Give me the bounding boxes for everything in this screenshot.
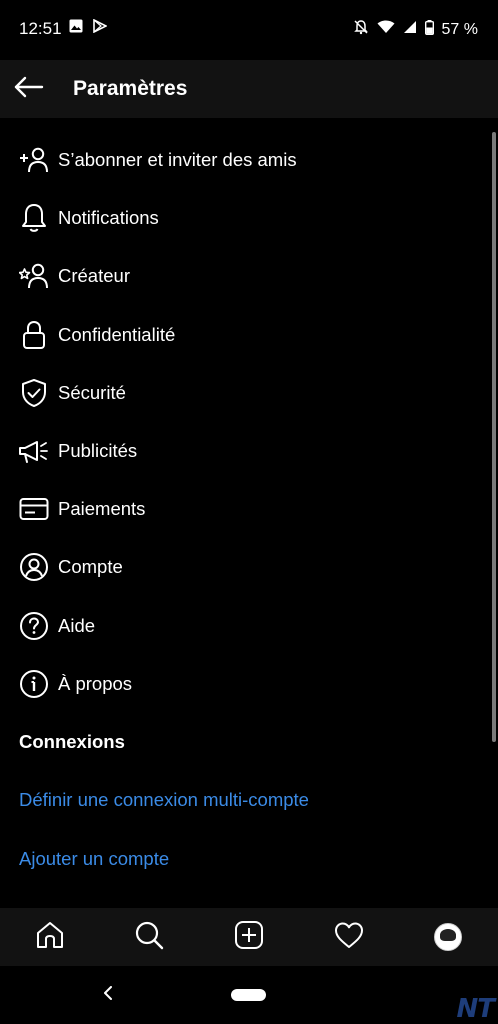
settings-item-help[interactable]: Aide <box>0 597 498 655</box>
signal-icon <box>403 20 417 39</box>
system-nav <box>0 966 498 1024</box>
profile-avatar <box>434 923 463 951</box>
settings-item-about[interactable]: À propos <box>0 655 498 713</box>
settings-label: Créateur <box>58 265 130 287</box>
nav-home-button[interactable] <box>28 915 72 959</box>
settings-item-creator[interactable]: Créateur <box>0 247 498 305</box>
help-circle-icon <box>18 610 50 642</box>
back-button[interactable] <box>12 74 46 104</box>
settings-label: Notifications <box>58 207 159 229</box>
status-left-icons <box>69 18 108 38</box>
wifi-icon <box>377 20 395 39</box>
creator-star-person-icon <box>18 260 50 292</box>
app-header: Paramètres <box>0 60 498 118</box>
mute-alarm-icon <box>353 19 369 40</box>
system-back-button[interactable] <box>98 980 118 1010</box>
settings-label: Aide <box>58 614 96 636</box>
add-person-icon <box>18 144 50 176</box>
megaphone-icon <box>18 435 50 467</box>
settings-label: S’abonner et inviter des amis <box>58 149 297 171</box>
settings-item-follow-invite[interactable]: S’abonner et inviter des amis <box>0 131 498 189</box>
info-circle-icon <box>18 668 50 700</box>
back-chevron-icon <box>103 985 113 1005</box>
status-time: 12:51 <box>19 19 62 38</box>
settings-label: Sécurité <box>58 381 126 403</box>
settings-item-ads[interactable]: Publicités <box>0 422 498 480</box>
settings-item-security[interactable]: Sécurité <box>0 364 498 422</box>
settings-item-notifications[interactable]: Notifications <box>0 189 498 247</box>
nav-search-button[interactable] <box>127 915 171 959</box>
add-account-link[interactable]: Ajouter un compte <box>19 848 169 870</box>
watermark-logo: NT <box>456 994 495 1024</box>
scrollbar[interactable] <box>492 132 496 742</box>
bottom-nav <box>0 908 498 966</box>
settings-label: Publicités <box>58 440 138 462</box>
settings-label: À propos <box>58 672 133 694</box>
settings-item-privacy[interactable]: Confidentialité <box>0 306 498 364</box>
status-bar: 12:51 57 % <box>0 0 498 60</box>
page-title: Paramètres <box>73 77 188 100</box>
battery-percent: 57 % <box>441 20 478 38</box>
battery-icon <box>424 19 434 40</box>
nav-new-post-button[interactable] <box>227 915 271 959</box>
settings-label: Paiements <box>58 498 146 520</box>
heart-icon <box>334 921 364 954</box>
home-icon <box>35 920 65 955</box>
image-icon <box>69 19 83 38</box>
search-icon <box>134 920 164 955</box>
home-pill[interactable] <box>231 989 266 1001</box>
card-icon <box>18 493 50 525</box>
nav-profile-button[interactable] <box>426 915 470 959</box>
arrow-left-icon <box>14 76 44 103</box>
status-right: 57 % <box>353 19 478 40</box>
lock-icon <box>18 319 50 351</box>
settings-list: S’abonner et inviter des amis Notificati… <box>0 131 498 713</box>
multi-account-login-link[interactable]: Définir une connexion multi-compte <box>19 789 309 811</box>
play-store-icon <box>93 18 108 38</box>
add-post-icon <box>234 920 264 955</box>
settings-label: Confidentialité <box>58 323 176 345</box>
nav-activity-button[interactable] <box>327 915 371 959</box>
section-header-connections: Connexions <box>19 731 125 752</box>
settings-label: Compte <box>58 556 123 578</box>
settings-item-payments[interactable]: Paiements <box>0 480 498 538</box>
settings-item-account[interactable]: Compte <box>0 538 498 596</box>
shield-check-icon <box>18 377 50 409</box>
account-circle-icon <box>18 551 50 583</box>
bell-icon <box>18 202 50 234</box>
